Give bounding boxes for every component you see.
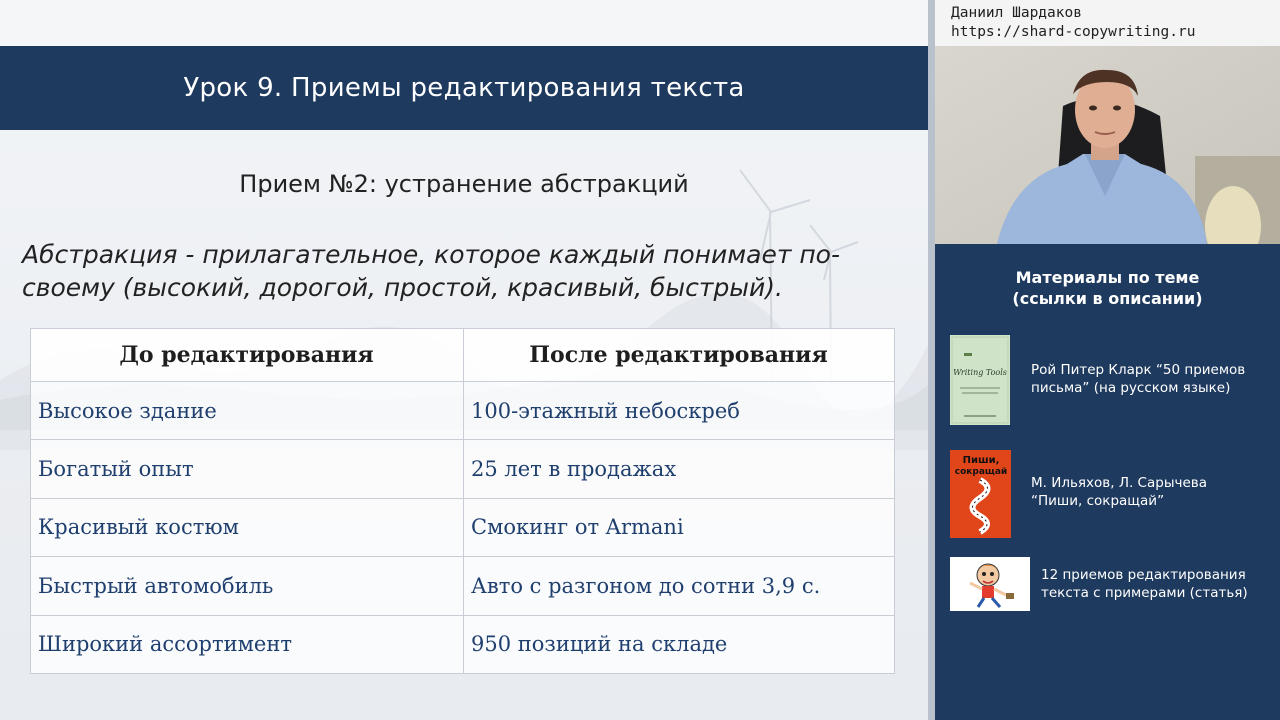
technique-subtitle: Прием №2: устранение абстракций	[239, 170, 689, 198]
cell-after: 950 позиций на складе	[463, 614, 895, 675]
material-text: Рой Питер Кларк “50 приемов письма” (на …	[1031, 361, 1245, 397]
abstraction-definition: Абстракция - прилагательное, которое каж…	[22, 238, 902, 304]
book-cover-writing-tools-icon: Writing Tools	[950, 335, 1010, 425]
cell-before: Красивый костюм	[30, 497, 464, 558]
material-line-1: М. Ильяхов, Л. Сарычева	[1031, 475, 1207, 491]
presenter-name: Даниил Шардаков	[951, 5, 1082, 21]
material-line-1: 12 приемов редактирования	[1041, 567, 1246, 583]
sidebar-divider	[928, 0, 935, 720]
presenter-url[interactable]: https://shard-copywriting.ru	[951, 24, 1195, 40]
header-before: До редактирования	[30, 328, 464, 382]
lesson-title: Урок 9. Приемы редактирования текста	[183, 73, 745, 103]
cell-before: Быстрый автомобиль	[30, 556, 464, 616]
presenter-webcam	[935, 46, 1280, 244]
material-text: М. Ильяхов, Л. Сарычева “Пиши, сокращай”	[1031, 474, 1207, 510]
definition-line-2: своему (высокий, дорогой, простой, краси…	[22, 273, 783, 302]
material-line-2: текста с примерами (статья)	[1041, 585, 1248, 601]
presenter-video-icon	[935, 46, 1280, 244]
materials-heading: Материалы по теме (ссылки в описании)	[935, 267, 1280, 309]
material-text: 12 приемов редактирования текста с приме…	[1041, 566, 1248, 602]
cell-before: Богатый опыт	[30, 439, 464, 499]
material-line-1: Рой Питер Кларк “50 приемов	[1031, 362, 1246, 378]
slide: Урок 9. Приемы редактирования текста При…	[0, 0, 928, 720]
material-line-2: “Пиши, сокращай”	[1031, 493, 1165, 509]
material-link-writing-tools[interactable]: Writing Tools Рой Питер Кларк “50 приемо…	[950, 335, 1280, 425]
table-row: Широкий ассортимент 950 позиций на склад…	[30, 614, 895, 675]
definition-line-1: Абстракция - прилагательное, которое каж…	[22, 240, 840, 269]
lesson-title-bar: Урок 9. Приемы редактирования текста	[0, 46, 928, 130]
book-cover-pishi-sokrashchai-icon: Пиши, сокращай	[950, 450, 1011, 538]
material-link-pishi-sokrashchai[interactable]: Пиши, сокращай М. Ильяхов, Л. Сарычева “…	[950, 450, 1280, 538]
materials-heading-line-1: Материалы по теме	[1015, 268, 1200, 287]
presenter-card: Даниил Шардаков https://shard-copywritin…	[935, 0, 1280, 46]
cell-after: Смокинг от Armani	[463, 497, 895, 558]
material-link-article[interactable]: 12 приемов редактирования текста с приме…	[950, 557, 1280, 611]
table-row: Красивый костюм Смокинг от Armani	[30, 497, 895, 558]
cell-after: 25 лет в продажах	[463, 439, 895, 499]
slide-top-band	[0, 0, 928, 46]
cell-after: Авто с разгоном до сотни 3,9 с.	[463, 556, 895, 616]
material-line-2: письма” (на русском языке)	[1031, 380, 1231, 396]
cell-before: Широкий ассортимент	[30, 614, 464, 675]
book-cover-title: Writing Tools	[953, 368, 1007, 377]
table-row: Быстрый автомобиль Авто с разгоном до со…	[30, 556, 895, 616]
cell-before: Высокое здание	[30, 380, 464, 441]
header-after: После редактирования	[463, 328, 895, 382]
table-row: Высокое здание 100-этажный небоскреб	[30, 380, 895, 441]
table-header-row: До редактирования После редактирования	[30, 328, 895, 382]
book-cover-title-line-1: Пиши,	[963, 455, 1000, 466]
before-after-table: До редактирования После редактирования В…	[30, 328, 895, 675]
cell-after: 100-этажный небоскреб	[463, 380, 895, 441]
materials-heading-line-2: (ссылки в описании)	[1012, 289, 1203, 308]
article-cartoon-icon	[950, 557, 1030, 611]
table-row: Богатый опыт 25 лет в продажах	[30, 439, 895, 499]
book-cover-title-line-2: сокращай	[955, 467, 1007, 477]
